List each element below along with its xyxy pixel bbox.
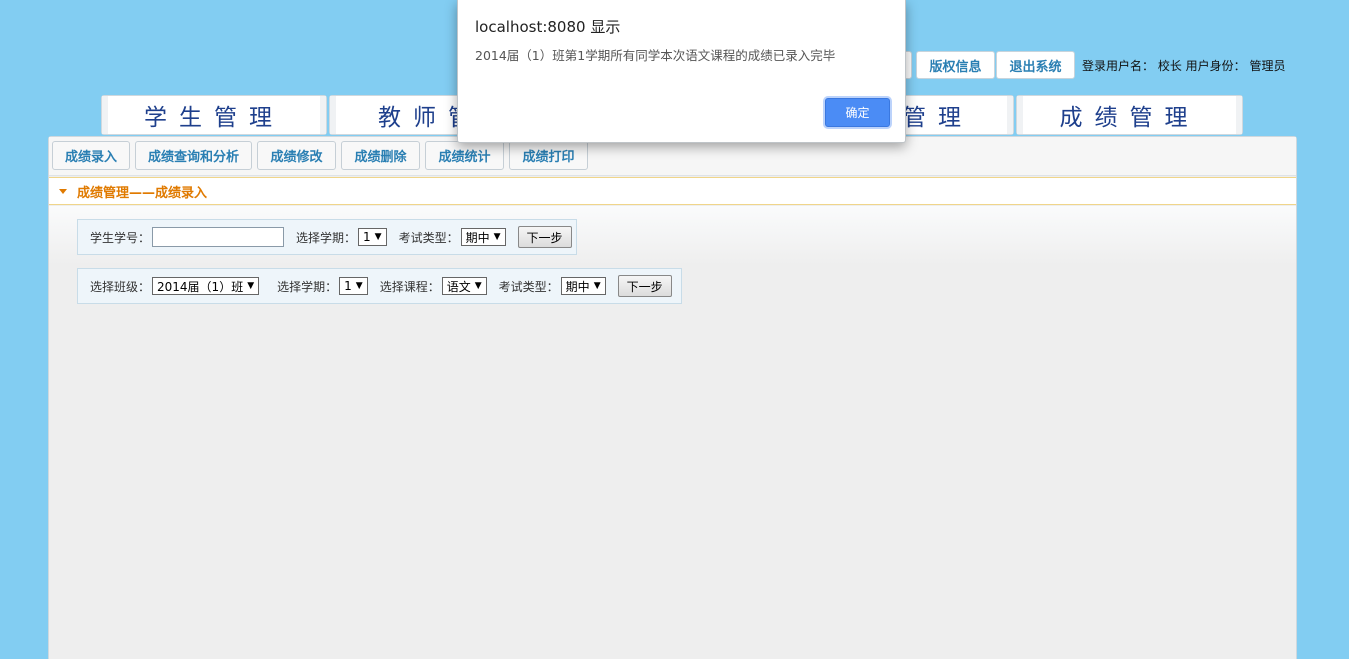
- dropdown-arrow-icon: ▼: [247, 281, 255, 291]
- class-value: 2014届（1）班: [157, 279, 244, 294]
- subnav-grade-query[interactable]: 成绩查询和分析: [135, 141, 252, 170]
- user-info: 登录用户名： 校长 用户身份： 管理员: [1082, 59, 1286, 73]
- class-entry-form: 选择班级： 2014届（1）班 ▼ 选择学期： 1 ▼ 选择课程： 语文 ▼ 考试类型…: [77, 268, 682, 304]
- next-step-button[interactable]: 下一步: [617, 275, 672, 297]
- term-select[interactable]: 1 ▼: [358, 228, 387, 246]
- subnav-grade-entry[interactable]: 成绩录入: [52, 141, 130, 170]
- course-label: 选择课程：: [379, 279, 440, 294]
- course-value: 语文: [446, 279, 471, 294]
- subnav-grade-stats[interactable]: 成绩统计: [425, 141, 504, 170]
- exam-type-value: 期中: [565, 279, 590, 294]
- main-nav-grade-management[interactable]: 成绩管理: [1016, 95, 1243, 135]
- student-entry-form: 学生学号： 选择学期： 1 ▼ 考试类型： 期中 ▼ 下一步: [77, 219, 577, 255]
- dialog-message: 2014届（1）班第1学期所有同学本次语文课程的成绩已录入完毕: [475, 48, 836, 63]
- dropdown-arrow-icon: ▼: [355, 281, 363, 291]
- course-select[interactable]: 语文 ▼: [441, 277, 487, 295]
- term-label: 选择学期：: [296, 230, 357, 245]
- main-nav-student-management[interactable]: 学生管理: [101, 95, 327, 135]
- exam-type-select[interactable]: 期中 ▼: [460, 228, 506, 246]
- subnav-grade-delete[interactable]: 成绩删除: [341, 141, 420, 170]
- exam-type-value: 期中: [465, 230, 490, 245]
- subnav-grade-print[interactable]: 成绩打印: [509, 141, 588, 170]
- section-title: 成绩管理——成绩录入: [77, 185, 208, 201]
- term-select[interactable]: 1 ▼: [339, 277, 368, 295]
- class-select[interactable]: 2014届（1）班 ▼: [152, 277, 260, 295]
- dialog-title: localhost:8080 显示: [475, 18, 621, 36]
- next-step-button[interactable]: 下一步: [517, 226, 572, 248]
- dropdown-arrow-icon: ▼: [493, 232, 501, 242]
- dropdown-arrow-icon: ▼: [593, 281, 601, 291]
- subnav-grade-edit[interactable]: 成绩修改: [257, 141, 336, 170]
- class-label: 选择班级：: [90, 279, 151, 294]
- main-nav-label: 学生管理: [102, 96, 326, 134]
- section-header[interactable]: 成绩管理——成绩录入: [49, 177, 1296, 205]
- exam-type-label: 考试类型：: [498, 279, 559, 294]
- student-id-label: 学生学号：: [90, 230, 151, 245]
- content-panel: 成绩录入 成绩查询和分析 成绩修改 成绩删除 成绩统计 成绩打印 成绩管理——成…: [48, 136, 1297, 659]
- caret-down-icon: [59, 188, 67, 194]
- term-value: 1: [344, 279, 352, 293]
- exam-type-label: 考试类型：: [398, 230, 459, 245]
- alert-dialog: localhost:8080 显示 2014届（1）班第1学期所有同学本次语文课…: [457, 0, 906, 143]
- exam-type-select[interactable]: 期中 ▼: [560, 277, 606, 295]
- term-label: 选择学期：: [277, 279, 338, 294]
- dialog-ok-button[interactable]: 确定: [825, 98, 890, 127]
- logout-button[interactable]: 退出系统: [996, 51, 1075, 79]
- main-nav-label: 成绩管理: [1017, 96, 1242, 134]
- term-value: 1: [363, 230, 371, 244]
- dropdown-arrow-icon: ▼: [474, 281, 482, 291]
- dropdown-arrow-icon: ▼: [374, 232, 382, 242]
- student-id-input[interactable]: [152, 227, 285, 247]
- copyright-button[interactable]: 版权信息: [916, 51, 995, 79]
